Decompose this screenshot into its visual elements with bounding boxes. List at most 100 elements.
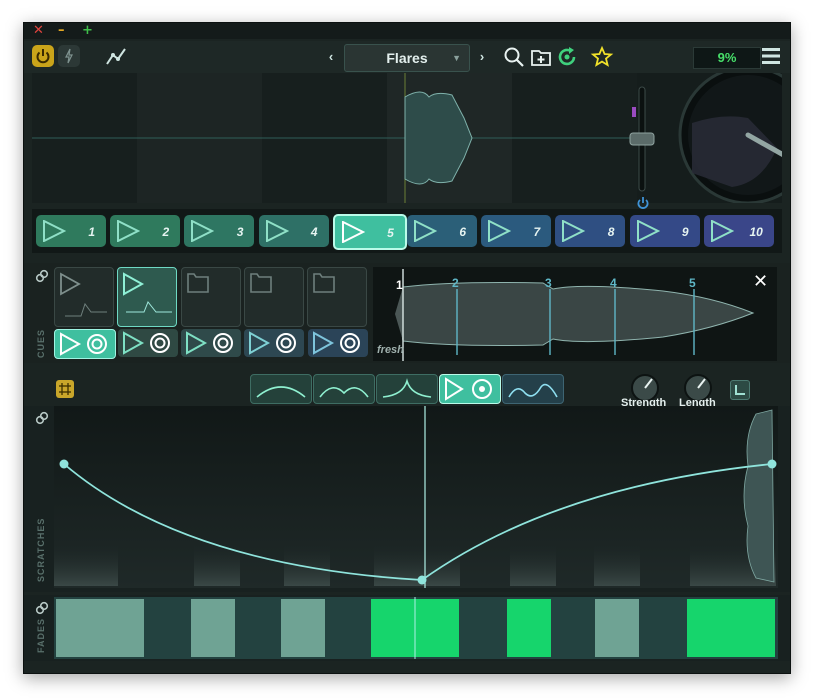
pad-button[interactable]: 6: [407, 215, 477, 247]
pad-button[interactable]: 9: [629, 215, 700, 247]
bolt-button[interactable]: [58, 45, 80, 67]
play-icon: [265, 220, 289, 242]
pad-button-active[interactable]: 5: [332, 214, 407, 250]
cue-marker: 4: [610, 276, 617, 290]
shape-button[interactable]: [376, 374, 438, 404]
folder-icon: [250, 273, 272, 293]
cue-slot-active[interactable]: [117, 267, 177, 327]
cue-trigger-button[interactable]: [54, 329, 116, 359]
pad-number: 9: [681, 225, 689, 239]
pad-number: 1: [88, 225, 95, 239]
maximize-window-button[interactable]: +: [82, 23, 93, 39]
cue-waveform-display: 1 2 3 4 5 ✕ fresh: [377, 269, 768, 361]
pad-button[interactable]: 3: [184, 215, 255, 247]
add-folder-icon[interactable]: [529, 45, 553, 69]
play-icon: [123, 272, 172, 313]
grid-icon: [59, 383, 71, 395]
folder-icon: [187, 273, 209, 293]
preset-selector[interactable]: Flares ▼: [344, 44, 470, 72]
cue-slot[interactable]: [307, 267, 367, 327]
fade-block[interactable]: [281, 599, 325, 657]
pad-number: 4: [310, 225, 318, 239]
link-icon[interactable]: [35, 411, 49, 425]
menu-icon[interactable]: [761, 47, 781, 65]
play-icon: [562, 220, 586, 242]
pad-button[interactable]: 10: [703, 215, 774, 247]
cue-marker: 3: [545, 276, 552, 290]
app-window: ✕ – + ‹ Flares ▼ › 9% 1 2 3 4 5 6 7 8 9 …: [23, 22, 791, 674]
play-icon: [341, 221, 365, 243]
search-icon[interactable]: [502, 45, 526, 69]
pad-button[interactable]: 2: [110, 215, 181, 247]
automation-icon[interactable]: [104, 45, 128, 69]
pad-button[interactable]: 8: [555, 215, 626, 247]
fades-section: FADES: [24, 595, 790, 661]
close-cue-button[interactable]: ✕: [753, 271, 768, 292]
close-window-button[interactable]: ✕: [33, 23, 44, 39]
fades-grid[interactable]: [54, 597, 778, 659]
cues-section: CUES 1 2 3 4 5 ✕ fresh: [24, 263, 790, 363]
fades-label: FADES: [36, 617, 46, 653]
link-icon[interactable]: [35, 269, 49, 283]
cue-slot[interactable]: [181, 267, 241, 327]
curve-wave-icon: [508, 383, 558, 398]
fade-block-active[interactable]: [507, 599, 551, 657]
shape-button[interactable]: [313, 374, 375, 404]
shape-button[interactable]: [250, 374, 312, 404]
play-icon: [414, 220, 437, 242]
cue-slot[interactable]: [54, 267, 114, 327]
power-icon: [36, 49, 50, 64]
next-preset-button[interactable]: ›: [472, 46, 492, 68]
play-target-icon: [249, 331, 296, 355]
play-icon: [636, 220, 660, 242]
cue-trigger-button[interactable]: [181, 329, 241, 357]
pad-button[interactable]: 1: [36, 215, 106, 247]
toolbar: ‹ Flares ▼ › 9%: [24, 41, 790, 73]
cue-trigger-button[interactable]: [244, 329, 304, 357]
pad-number: 7: [533, 225, 541, 239]
fade-block[interactable]: [595, 599, 639, 657]
preset-name: Flares: [386, 50, 428, 66]
fade-block-active[interactable]: [687, 599, 775, 657]
fade-block[interactable]: [56, 599, 144, 657]
curve-arch-icon: [256, 386, 306, 398]
corner-button[interactable]: [730, 380, 750, 400]
scratches-label: SCRATCHES: [36, 517, 46, 582]
fade-block[interactable]: [191, 599, 235, 657]
prev-preset-button[interactable]: ‹: [321, 46, 341, 68]
cue-slot[interactable]: [244, 267, 304, 327]
link-icon[interactable]: [35, 601, 49, 615]
waveform-display: [32, 73, 782, 203]
play-target-icon: [60, 332, 107, 356]
pad-button[interactable]: 4: [258, 215, 329, 247]
title-bar: ✕ – +: [24, 23, 790, 39]
power-button[interactable]: [32, 45, 54, 67]
play-target-icon: [445, 377, 492, 401]
cue-waveform[interactable]: 1 2 3 4 5 ✕ fresh: [373, 267, 777, 361]
cue-marker: 2: [452, 276, 459, 290]
shape-button-active[interactable]: [439, 374, 501, 404]
curve-peak-icon: [382, 378, 432, 398]
cue-trigger-button[interactable]: [118, 329, 178, 357]
scratch-curve-editor[interactable]: [54, 406, 778, 588]
cue-marker: 1: [396, 278, 403, 292]
pad-strip: 1 2 3 4 5 6 7 8 9 10: [32, 209, 782, 253]
minimize-window-button[interactable]: –: [58, 23, 65, 39]
refresh-icon[interactable]: [555, 45, 579, 69]
cue-wave-label: fresh: [377, 344, 404, 356]
shape-selector-bar: Strength Length: [24, 368, 790, 409]
grid-button[interactable]: [56, 380, 74, 398]
play-icon: [488, 220, 512, 242]
curve-double-icon: [319, 387, 369, 398]
pad-number: 10: [749, 225, 763, 239]
cues-label: CUES: [36, 328, 46, 358]
main-waveform[interactable]: [32, 73, 782, 203]
star-icon[interactable]: [590, 45, 614, 69]
pad-button[interactable]: 7: [481, 215, 552, 247]
cue-trigger-button[interactable]: [308, 329, 368, 357]
play-icon: [43, 220, 66, 242]
pad-number: 3: [236, 225, 244, 239]
play-icon: [117, 220, 141, 242]
bolt-icon: [65, 48, 73, 64]
shape-button[interactable]: [502, 374, 564, 404]
